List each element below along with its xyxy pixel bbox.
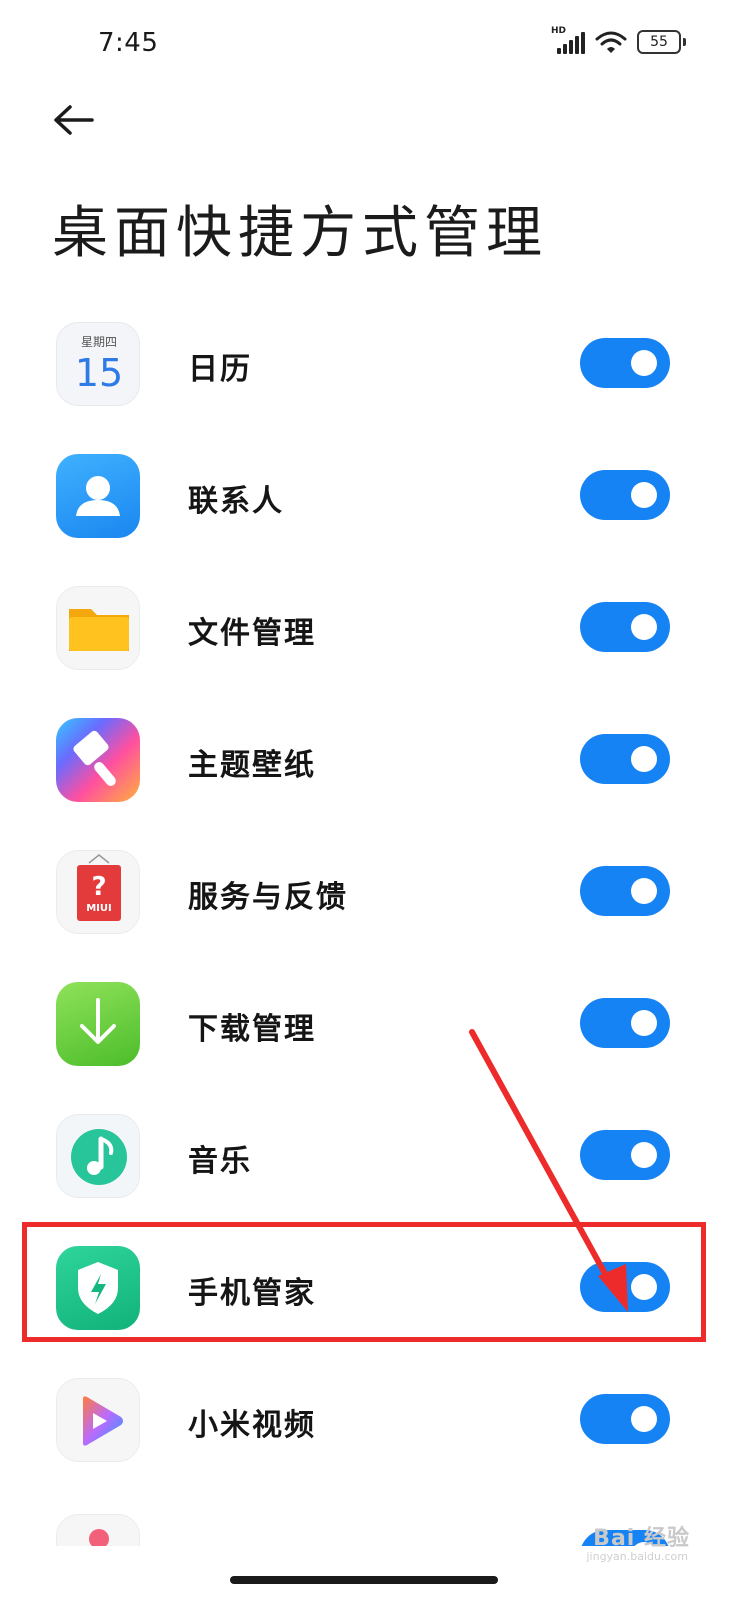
status-icons: HD 55 [551,26,686,54]
item-label: 联系人 [188,484,284,519]
item-label: 音乐 [188,1144,252,1179]
list-item: 文件管理 [0,562,738,694]
list-item: 下载管理 [0,958,738,1090]
arrow-left-icon[interactable] [50,100,98,140]
calendar-icon: 星期四 15 [56,322,140,406]
item-label: 下载管理 [188,1012,316,1047]
battery-icon: 55 [637,30,686,54]
miui-badge: MIUI [86,903,112,914]
toggle-switch[interactable] [580,998,670,1048]
download-icon [56,982,140,1066]
service-feedback-icon: ? MIUI [56,850,140,934]
cellular-signal-icon: HD [551,26,585,54]
folder-icon [56,586,140,670]
svg-text:?: ? [91,872,106,902]
toggle-switch[interactable] [580,1130,670,1180]
calendar-day-label: 星期四 [80,335,117,349]
music-note-icon [56,1114,140,1198]
item-label: 日历 [188,352,252,387]
home-indicator[interactable] [230,1576,498,1584]
theme-brush-icon [56,718,140,802]
toggle-switch[interactable] [580,602,670,652]
wifi-icon [595,31,627,53]
toggle-switch[interactable] [580,866,670,916]
list-item: 主题壁纸 [0,694,738,826]
battery-level: 55 [637,30,681,54]
watermark-url: jingyan.baidu.com [586,1550,688,1563]
toggle-switch[interactable] [580,1394,670,1444]
item-label: 文件管理 [188,616,316,651]
list-item: 音乐 [0,1090,738,1222]
toggle-switch[interactable] [580,470,670,520]
list-item: 小米视频 [0,1354,738,1486]
page-title: 桌面快捷方式管理 [52,201,548,266]
video-play-icon [56,1378,140,1462]
status-bar: 7:45 HD 55 [0,0,738,90]
item-label: 主题壁纸 [188,748,316,783]
list-item: 联系人 [0,430,738,562]
toggle-switch[interactable] [580,338,670,388]
contacts-icon [56,454,140,538]
watermark: Bai 经验 [593,1526,690,1551]
toggle-switch[interactable] [580,734,670,784]
list-item: 星期四 15 日历 [0,298,738,430]
app-icon-partial [56,1514,140,1546]
list-item: ? MIUI 服务与反馈 [0,826,738,958]
item-label: 小米视频 [188,1408,316,1443]
highlight-box [22,1222,706,1342]
calendar-date-label: 15 [74,351,124,395]
item-label: 服务与反馈 [188,880,348,915]
status-time: 7:45 [98,28,159,58]
